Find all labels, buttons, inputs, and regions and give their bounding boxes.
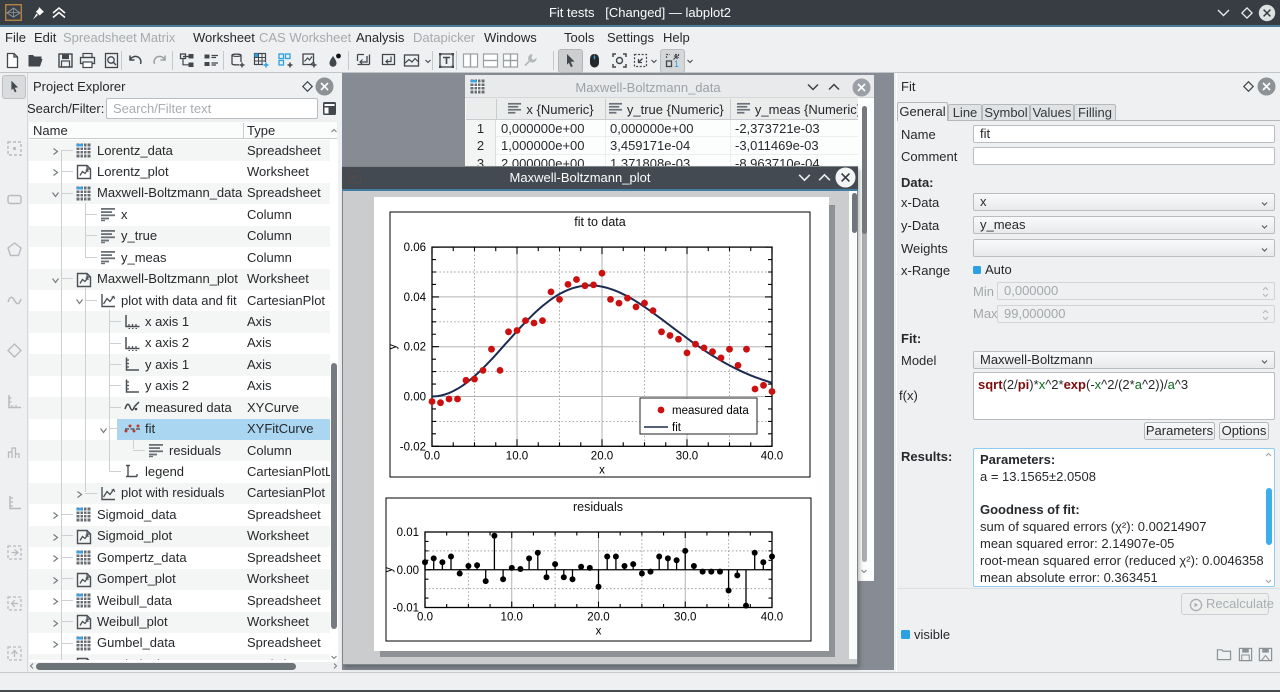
- svg-text:measured data: measured data: [672, 405, 749, 417]
- svg-text:y: y: [383, 567, 395, 573]
- svg-text:fit to data: fit to data: [574, 215, 625, 229]
- svg-text:0.01: 0.01: [397, 527, 419, 539]
- svg-text:40.0: 40.0: [761, 450, 783, 462]
- svg-text:20.0: 20.0: [591, 450, 613, 462]
- svg-text:1: 1: [674, 59, 679, 69]
- svg-text:fit: fit: [672, 422, 682, 434]
- svg-text:40.0: 40.0: [761, 612, 783, 624]
- svg-text:0.04: 0.04: [404, 292, 427, 304]
- svg-text:x: x: [599, 464, 605, 476]
- svg-text:-0.02: -0.02: [400, 441, 426, 453]
- svg-text:10.0: 10.0: [506, 450, 528, 462]
- svg-text:-0.01: -0.01: [393, 603, 419, 615]
- svg-text:30.0: 30.0: [676, 450, 698, 462]
- svg-text:0.00: 0.00: [397, 565, 419, 577]
- svg-text:y: y: [387, 344, 399, 350]
- svg-text:0.06: 0.06: [404, 242, 426, 254]
- svg-text:20.0: 20.0: [587, 612, 609, 624]
- svg-text:30.0: 30.0: [674, 612, 696, 624]
- svg-text:10.0: 10.0: [501, 612, 523, 624]
- svg-text:0.02: 0.02: [404, 342, 426, 354]
- svg-text:residuals: residuals: [573, 500, 623, 514]
- svg-text:0.0: 0.0: [417, 612, 433, 624]
- svg-text:0.0: 0.0: [424, 450, 440, 462]
- svg-text:x: x: [596, 626, 602, 638]
- svg-text:0.00: 0.00: [404, 392, 426, 404]
